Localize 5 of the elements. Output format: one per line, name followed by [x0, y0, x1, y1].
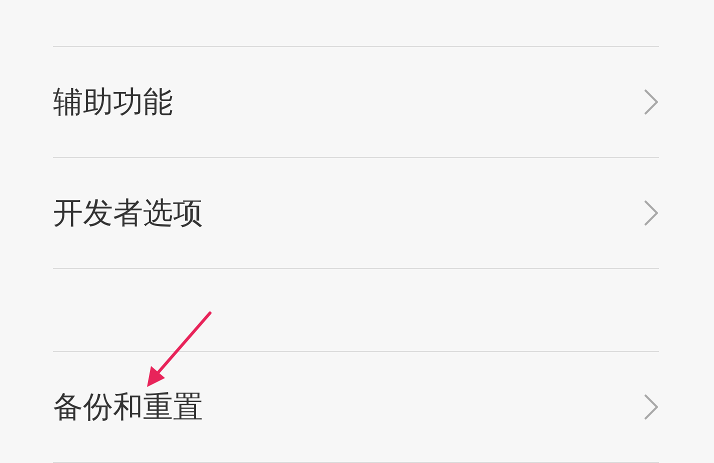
chevron-right-icon	[644, 200, 658, 226]
settings-item[interactable]: 辅助功能	[53, 47, 659, 158]
settings-item[interactable]: 开发者选项	[53, 158, 659, 269]
chevron-right-icon	[644, 394, 658, 420]
chevron-right-icon	[644, 89, 658, 115]
